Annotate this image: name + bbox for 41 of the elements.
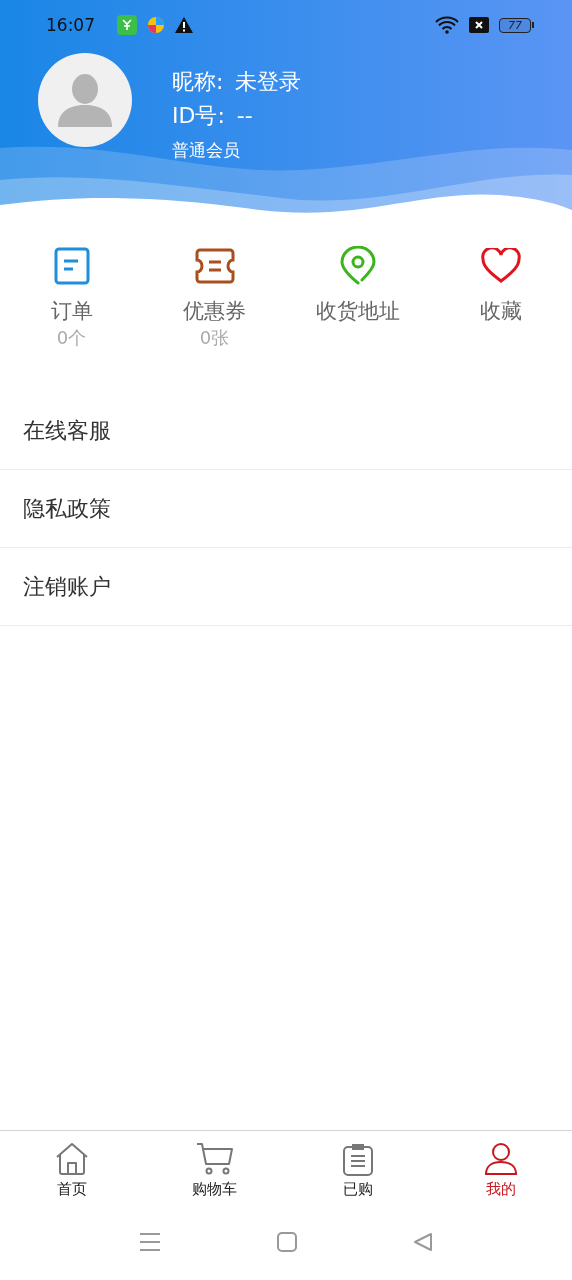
shortcut-count: 0个 bbox=[56, 326, 87, 350]
cart-icon bbox=[195, 1142, 234, 1176]
shortcut-item[interactable]: 订单 0个 bbox=[0, 244, 143, 370]
shortcut-item[interactable]: 收藏 bbox=[429, 244, 572, 370]
menu-item[interactable]: 隐私政策 bbox=[0, 470, 572, 548]
home-icon bbox=[54, 1142, 89, 1176]
person-icon bbox=[56, 73, 114, 127]
menu-item[interactable]: 在线客服 bbox=[0, 392, 572, 470]
nickname: 未登录 bbox=[235, 68, 302, 96]
membership-level: 普通会员 bbox=[172, 140, 240, 160]
tab[interactable]: 已购 bbox=[286, 1142, 429, 1210]
user-id: -- bbox=[236, 102, 253, 130]
shortcut-item[interactable]: 优惠券 0张 bbox=[143, 244, 286, 370]
wifi-icon bbox=[435, 16, 459, 34]
shortcut-item[interactable]: 收货地址 bbox=[286, 244, 429, 370]
shortcut-label: 收藏 bbox=[479, 298, 522, 324]
document-icon bbox=[52, 246, 91, 286]
location-pin-icon bbox=[338, 246, 377, 286]
clipboard-icon bbox=[341, 1142, 374, 1176]
shortcut-label: 订单 bbox=[50, 298, 93, 324]
battery-level: 77 bbox=[499, 17, 531, 33]
tab[interactable]: 首页 bbox=[0, 1142, 143, 1210]
nickname-label: 昵称: bbox=[172, 68, 224, 96]
app-icon bbox=[117, 15, 137, 35]
back-icon[interactable] bbox=[413, 1232, 433, 1252]
shortcut-label: 收货地址 bbox=[315, 298, 400, 324]
menu-icon[interactable] bbox=[139, 1232, 161, 1252]
ticket-icon bbox=[193, 247, 236, 285]
person-icon bbox=[483, 1142, 518, 1176]
shortcut-label: 优惠券 bbox=[183, 298, 246, 324]
home-button-icon[interactable] bbox=[277, 1232, 297, 1252]
tab[interactable]: 购物车 bbox=[143, 1142, 286, 1210]
heart-icon bbox=[480, 248, 521, 284]
warning-icon bbox=[175, 17, 193, 33]
app-icon bbox=[147, 16, 165, 34]
sim-off-icon bbox=[469, 17, 489, 33]
menu-item[interactable]: 注销账户 bbox=[0, 548, 572, 626]
id-label: ID号: bbox=[172, 102, 225, 130]
status-time: 16:07 bbox=[46, 15, 95, 35]
tab[interactable]: 我的 bbox=[429, 1142, 572, 1210]
shortcut-count: 0张 bbox=[199, 326, 230, 350]
